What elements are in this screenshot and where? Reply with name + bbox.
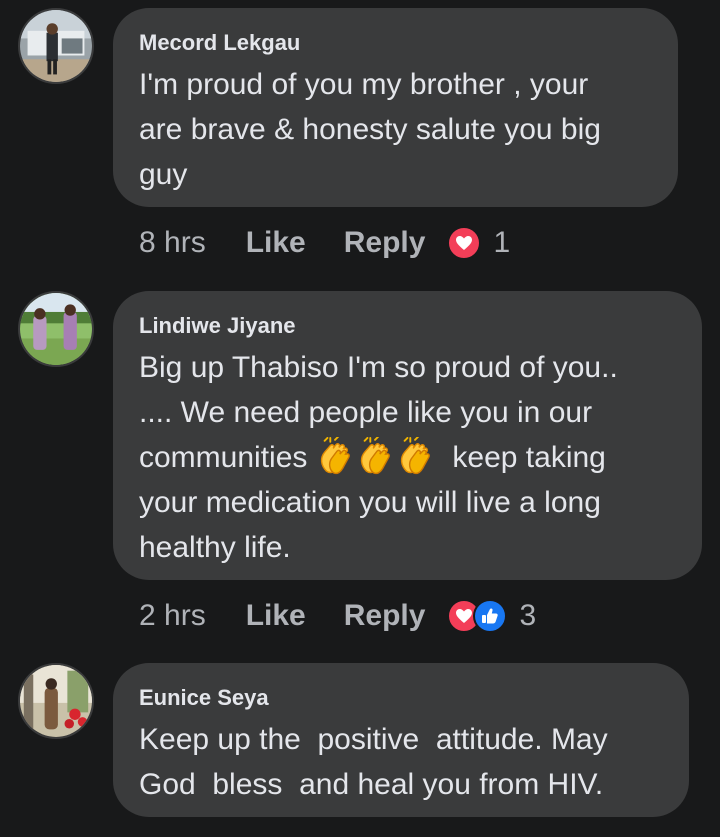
comment-text-line: your medication you will live a long [139,486,601,519]
avatar[interactable] [18,663,94,739]
avatar[interactable] [18,8,94,84]
comment-bubble: Mecord Lekgau I'm proud of you my brothe… [113,8,678,207]
comment-text-line: keep taking [452,441,606,474]
comment-author[interactable]: Lindiwe Jiyane [139,313,676,339]
comment-author[interactable]: Eunice Seya [139,685,663,711]
clapping-hands-icon [357,437,395,475]
comment-timestamp[interactable]: 2 hrs [139,599,206,633]
reply-button[interactable]: Reply [344,599,426,633]
reactions[interactable]: 3 [447,599,536,633]
comment-text: Big up Thabiso I'm so proud of you.. ...… [139,345,676,570]
comment-bubble: Lindiwe Jiyane Big up Thabiso I'm so pro… [113,291,702,580]
like-button[interactable]: Like [246,599,306,633]
reply-button[interactable]: Reply [344,226,426,260]
comment-text-line: Big up Thabiso I'm so proud of you.. [139,351,618,384]
reaction-count: 1 [493,226,511,259]
like-button[interactable]: Like [246,226,306,260]
comment-text-line: .... We need people like you in our [139,396,593,429]
comment-timestamp[interactable]: 8 hrs [139,226,206,260]
comment-author[interactable]: Mecord Lekgau [139,30,652,56]
clapping-hands-icon [317,437,355,475]
comment-bubble: Eunice Seya Keep up the positive attitud… [113,663,689,817]
heart-icon [447,226,482,260]
comment-actions: 8 hrs Like Reply 1 [139,223,510,263]
comment-text: Keep up the positive attitude. May God b… [139,723,608,801]
reaction-count: 3 [519,599,537,632]
comment-text-line: healthy life. [139,531,291,564]
comment-text-line: communities [139,441,308,474]
comment-actions: 2 hrs Like Reply 3 [139,596,536,636]
clapping-hands-icon [397,437,435,475]
avatar[interactable] [18,291,94,367]
reactions[interactable]: 1 [447,226,510,260]
thumbs-up-icon [473,599,508,633]
comment-text: I'm proud of you my brother , your are b… [139,68,601,191]
